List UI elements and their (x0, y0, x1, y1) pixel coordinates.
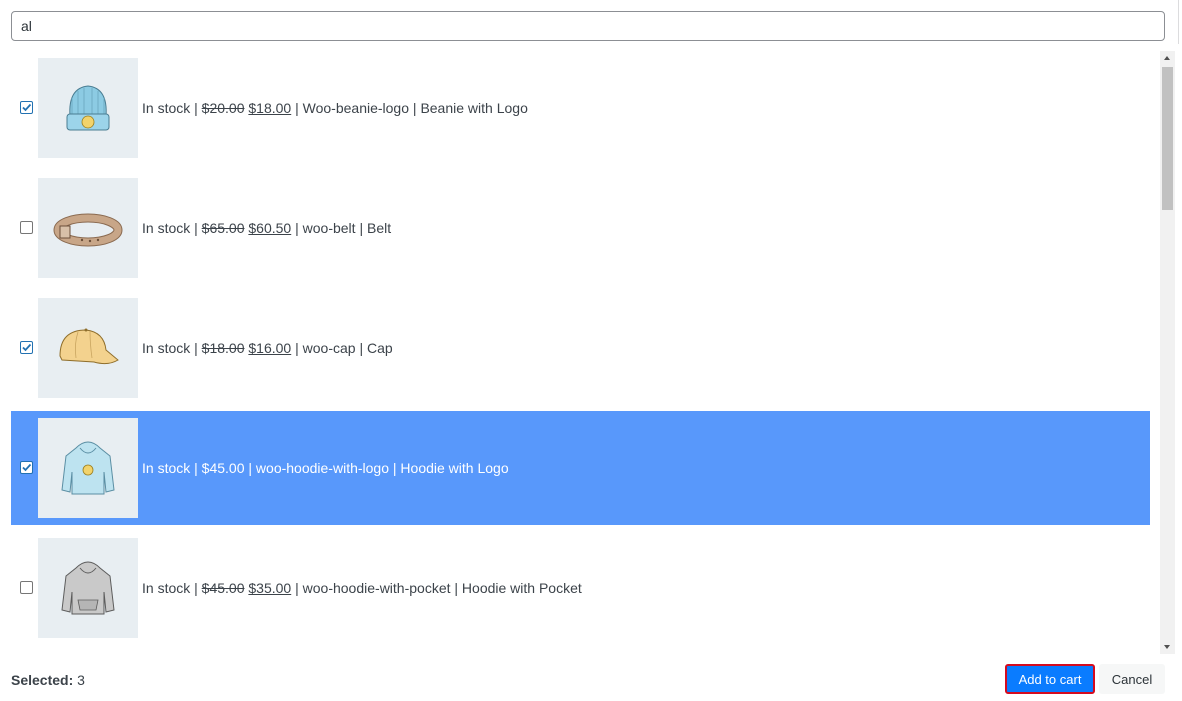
selected-count-label: Selected: 3 (11, 672, 85, 688)
product-info: In stock | $20.00 $18.00 | Woo-beanie-lo… (142, 100, 528, 116)
scroll-down-arrow-icon[interactable] (1160, 640, 1175, 654)
product-checkbox[interactable] (20, 101, 33, 114)
dialog-footer: Selected: 3 Add to cart Cancel (0, 658, 1182, 701)
product-row[interactable]: In stock | $45.00 $35.00 | woo-hoodie-wi… (11, 531, 1150, 645)
product-info: In stock | $65.00 $60.50 | woo-belt | Be… (142, 220, 392, 236)
product-name: Hoodie with Pocket (461, 580, 582, 596)
list-scrollbar[interactable] (1160, 51, 1175, 654)
sale-price: $60.50 (248, 220, 292, 236)
product-checkbox[interactable] (20, 581, 33, 594)
product-checkbox[interactable] (20, 461, 33, 474)
stock-status: In stock (142, 340, 191, 356)
product-name: Belt (366, 220, 392, 236)
stock-status: In stock (142, 580, 191, 596)
belt-image (38, 178, 138, 278)
product-row[interactable]: In stock | $65.00 $60.50 | woo-belt | Be… (11, 171, 1150, 285)
selected-label: Selected: (11, 672, 74, 688)
beanie-image (38, 58, 138, 158)
scrollbar-thumb[interactable] (1162, 67, 1173, 210)
stock-status: In stock (142, 220, 191, 236)
stock-status: In stock (142, 460, 191, 476)
product-info: In stock | $45.00 $35.00 | woo-hoodie-wi… (142, 580, 582, 596)
sale-price: $16.00 (248, 340, 292, 356)
stock-status: In stock (142, 100, 191, 116)
price: $45.00 (201, 460, 245, 476)
divider (1178, 0, 1179, 44)
add-to-cart-button[interactable]: Add to cart (1005, 664, 1095, 694)
hoodie-logo-image (38, 418, 138, 518)
sale-price: $35.00 (248, 580, 292, 596)
product-checkbox[interactable] (20, 341, 33, 354)
cap-image (38, 298, 138, 398)
regular-price: $65.00 (201, 220, 245, 236)
product-row-highlighted[interactable]: In stock | $45.00 | woo-hoodie-with-logo… (11, 411, 1150, 525)
selected-count: 3 (77, 672, 85, 688)
product-row[interactable]: In stock | $20.00 $18.00 | Woo-beanie-lo… (11, 51, 1150, 165)
hoodie-pocket-image (38, 538, 138, 638)
product-info: In stock | $18.00 $16.00 | woo-cap | Cap (142, 340, 393, 356)
product-info: In stock | $45.00 | woo-hoodie-with-logo… (142, 460, 509, 476)
product-sku: woo-belt (302, 220, 356, 236)
scroll-up-arrow-icon[interactable] (1160, 51, 1175, 65)
product-sku: woo-cap (302, 340, 356, 356)
product-row[interactable]: In stock | $18.00 $16.00 | woo-cap | Cap (11, 291, 1150, 405)
product-name: Beanie with Logo (420, 100, 528, 116)
regular-price: $45.00 (201, 580, 245, 596)
regular-price: $20.00 (201, 100, 245, 116)
product-name: Cap (366, 340, 393, 356)
product-checkbox[interactable] (20, 221, 33, 234)
sale-price: $18.00 (248, 100, 292, 116)
product-name: Hoodie with Logo (400, 460, 509, 476)
regular-price: $18.00 (201, 340, 245, 356)
product-sku: woo-hoodie-with-logo (255, 460, 389, 476)
product-list[interactable]: In stock | $20.00 $18.00 | Woo-beanie-lo… (0, 51, 1160, 654)
product-search-input[interactable] (11, 11, 1165, 41)
product-sku: woo-hoodie-with-pocket (302, 580, 451, 596)
cancel-button[interactable]: Cancel (1099, 664, 1165, 694)
product-sku: Woo-beanie-logo (302, 100, 410, 116)
